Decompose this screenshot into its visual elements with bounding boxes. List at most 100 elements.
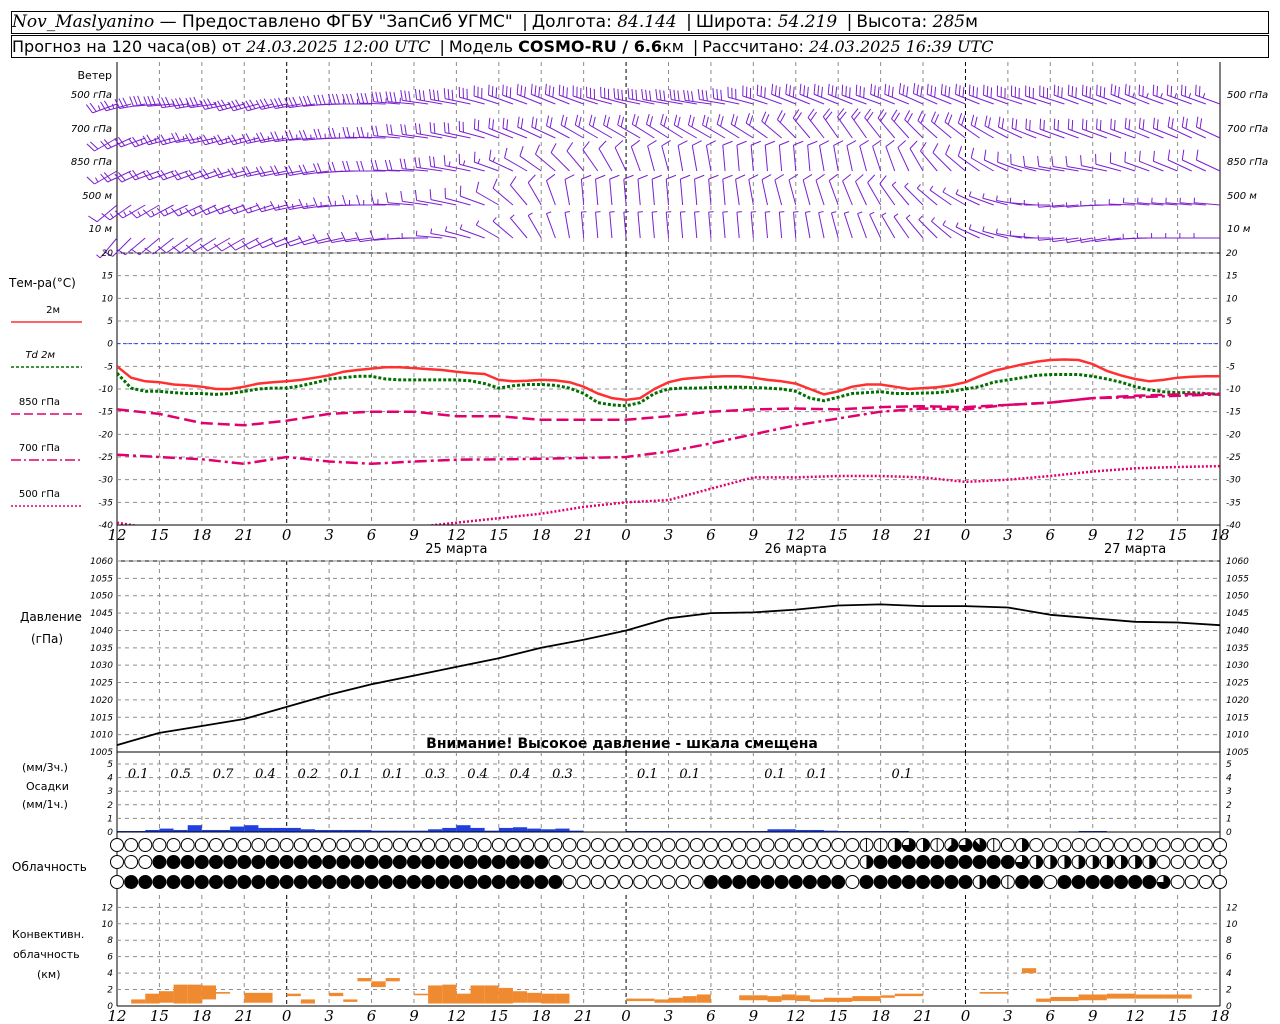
temp-hour-label: 6 bbox=[367, 526, 377, 544]
cloud-fill-full bbox=[266, 855, 280, 869]
cloud-icon-mid bbox=[746, 855, 761, 869]
cloud-icon-high bbox=[110, 838, 124, 852]
barb-shaft bbox=[705, 145, 712, 172]
wind-barb bbox=[527, 174, 542, 206]
cloud-icon-mid bbox=[350, 855, 365, 869]
barb-half-feather bbox=[1094, 236, 1096, 242]
barb-half-feather bbox=[546, 211, 552, 215]
cloud-icon-high bbox=[322, 838, 337, 852]
conv-hour-label: 6 bbox=[706, 1007, 716, 1024]
cloud-fill-full bbox=[393, 875, 407, 889]
wind-level-label-left: 700 гПа bbox=[71, 124, 112, 135]
barb-half-feather bbox=[109, 213, 114, 218]
wind-barb bbox=[660, 114, 683, 139]
cloud-icon-low bbox=[604, 875, 619, 889]
barb-feather bbox=[613, 88, 616, 99]
barb-feather bbox=[433, 89, 436, 101]
cloud-circle bbox=[590, 875, 605, 889]
wind-barb bbox=[945, 144, 966, 172]
barb-shaft bbox=[958, 155, 980, 172]
conv-tick-right: 10 bbox=[1226, 920, 1238, 930]
wind-barb bbox=[1167, 149, 1192, 172]
barb-feather bbox=[88, 215, 98, 223]
convective-bar bbox=[131, 999, 146, 1004]
barb-shaft bbox=[564, 212, 571, 239]
precip-bar bbox=[187, 825, 202, 832]
cloud-icon-low bbox=[491, 875, 506, 889]
cloud-fill-half bbox=[1064, 855, 1071, 869]
precip-bar bbox=[498, 827, 513, 832]
barb-shaft bbox=[846, 145, 853, 172]
barb-feather bbox=[677, 90, 680, 101]
barb-feather bbox=[651, 174, 662, 180]
wind-barb bbox=[517, 116, 542, 139]
cloud-icon-high bbox=[1213, 838, 1227, 852]
wind-barb bbox=[1065, 156, 1093, 172]
barb-feather bbox=[748, 115, 754, 126]
barb-half-feather bbox=[111, 103, 115, 109]
cloud-icon-high bbox=[336, 838, 351, 852]
barb-feather bbox=[841, 84, 844, 96]
wind-barb bbox=[1010, 85, 1037, 105]
barb-shaft bbox=[761, 179, 768, 206]
wind-barb bbox=[881, 212, 896, 239]
barb-feather bbox=[1051, 156, 1054, 167]
barb-half-feather bbox=[869, 211, 875, 215]
barb-feather bbox=[940, 83, 943, 95]
cloud-icon-high bbox=[576, 838, 591, 852]
barb-feather bbox=[1053, 84, 1056, 96]
barb-half-feather bbox=[995, 195, 998, 201]
cloud-circle bbox=[1170, 838, 1185, 852]
cloud-icon-mid bbox=[138, 855, 153, 869]
cloud-fill-full bbox=[1128, 875, 1142, 889]
cloud-circle bbox=[817, 855, 832, 869]
barb-feather bbox=[418, 157, 421, 169]
wind-barb bbox=[842, 173, 853, 206]
barb-feather bbox=[505, 86, 508, 97]
barb-half-feather bbox=[430, 228, 433, 234]
barb-feather bbox=[414, 123, 418, 134]
wind-level-label-left: 10 м bbox=[89, 224, 113, 235]
convective-bar bbox=[428, 985, 443, 1004]
temp-tick-right: -15 bbox=[1226, 408, 1241, 418]
cloud-fill-half bbox=[923, 838, 930, 852]
barb-feather bbox=[534, 144, 541, 155]
barb-shaft bbox=[855, 181, 867, 206]
cloud-circle bbox=[124, 855, 139, 869]
cloud-icon-low bbox=[901, 875, 916, 889]
temp-title: Тем-ра(°C) bbox=[8, 276, 76, 290]
cloud-fill-full bbox=[294, 875, 308, 889]
barb-shaft bbox=[857, 213, 867, 239]
cloud-circle bbox=[689, 838, 704, 852]
cloud-fill-full bbox=[421, 875, 435, 889]
precip-3h-total: 0.1 bbox=[340, 767, 361, 782]
wind-barb bbox=[1065, 237, 1093, 244]
temp-hour-label: 0 bbox=[961, 526, 971, 544]
precip-bar bbox=[512, 827, 528, 832]
cloud-icon-low bbox=[392, 875, 407, 889]
cloud-circle bbox=[675, 838, 690, 852]
barb-shaft bbox=[859, 145, 867, 172]
cloud-circle bbox=[1184, 875, 1199, 889]
barb-feather bbox=[385, 192, 389, 203]
cloud-icon-high bbox=[788, 838, 803, 852]
barb-feather bbox=[429, 156, 432, 167]
barb-shaft bbox=[802, 179, 811, 206]
cloud-circle bbox=[208, 838, 223, 852]
pressure-tick-left: 1020 bbox=[90, 696, 113, 706]
cloud-icon-high bbox=[449, 838, 464, 852]
cloud-icon-high bbox=[1128, 838, 1143, 852]
precip-tick-right: 3 bbox=[1226, 787, 1232, 797]
barb-feather bbox=[637, 174, 648, 180]
cloud-circle bbox=[689, 855, 704, 869]
cloud-icon-high bbox=[293, 838, 308, 852]
barb-feather bbox=[764, 114, 770, 125]
barb-half-feather bbox=[96, 254, 101, 259]
wind-barb bbox=[904, 182, 924, 206]
barb-feather bbox=[645, 89, 648, 101]
cloud-icon-mid bbox=[208, 855, 223, 869]
precip-tick-left: 0 bbox=[107, 828, 113, 838]
barb-feather bbox=[831, 85, 834, 96]
precip-bar bbox=[527, 828, 542, 832]
wind-barb bbox=[778, 211, 785, 239]
